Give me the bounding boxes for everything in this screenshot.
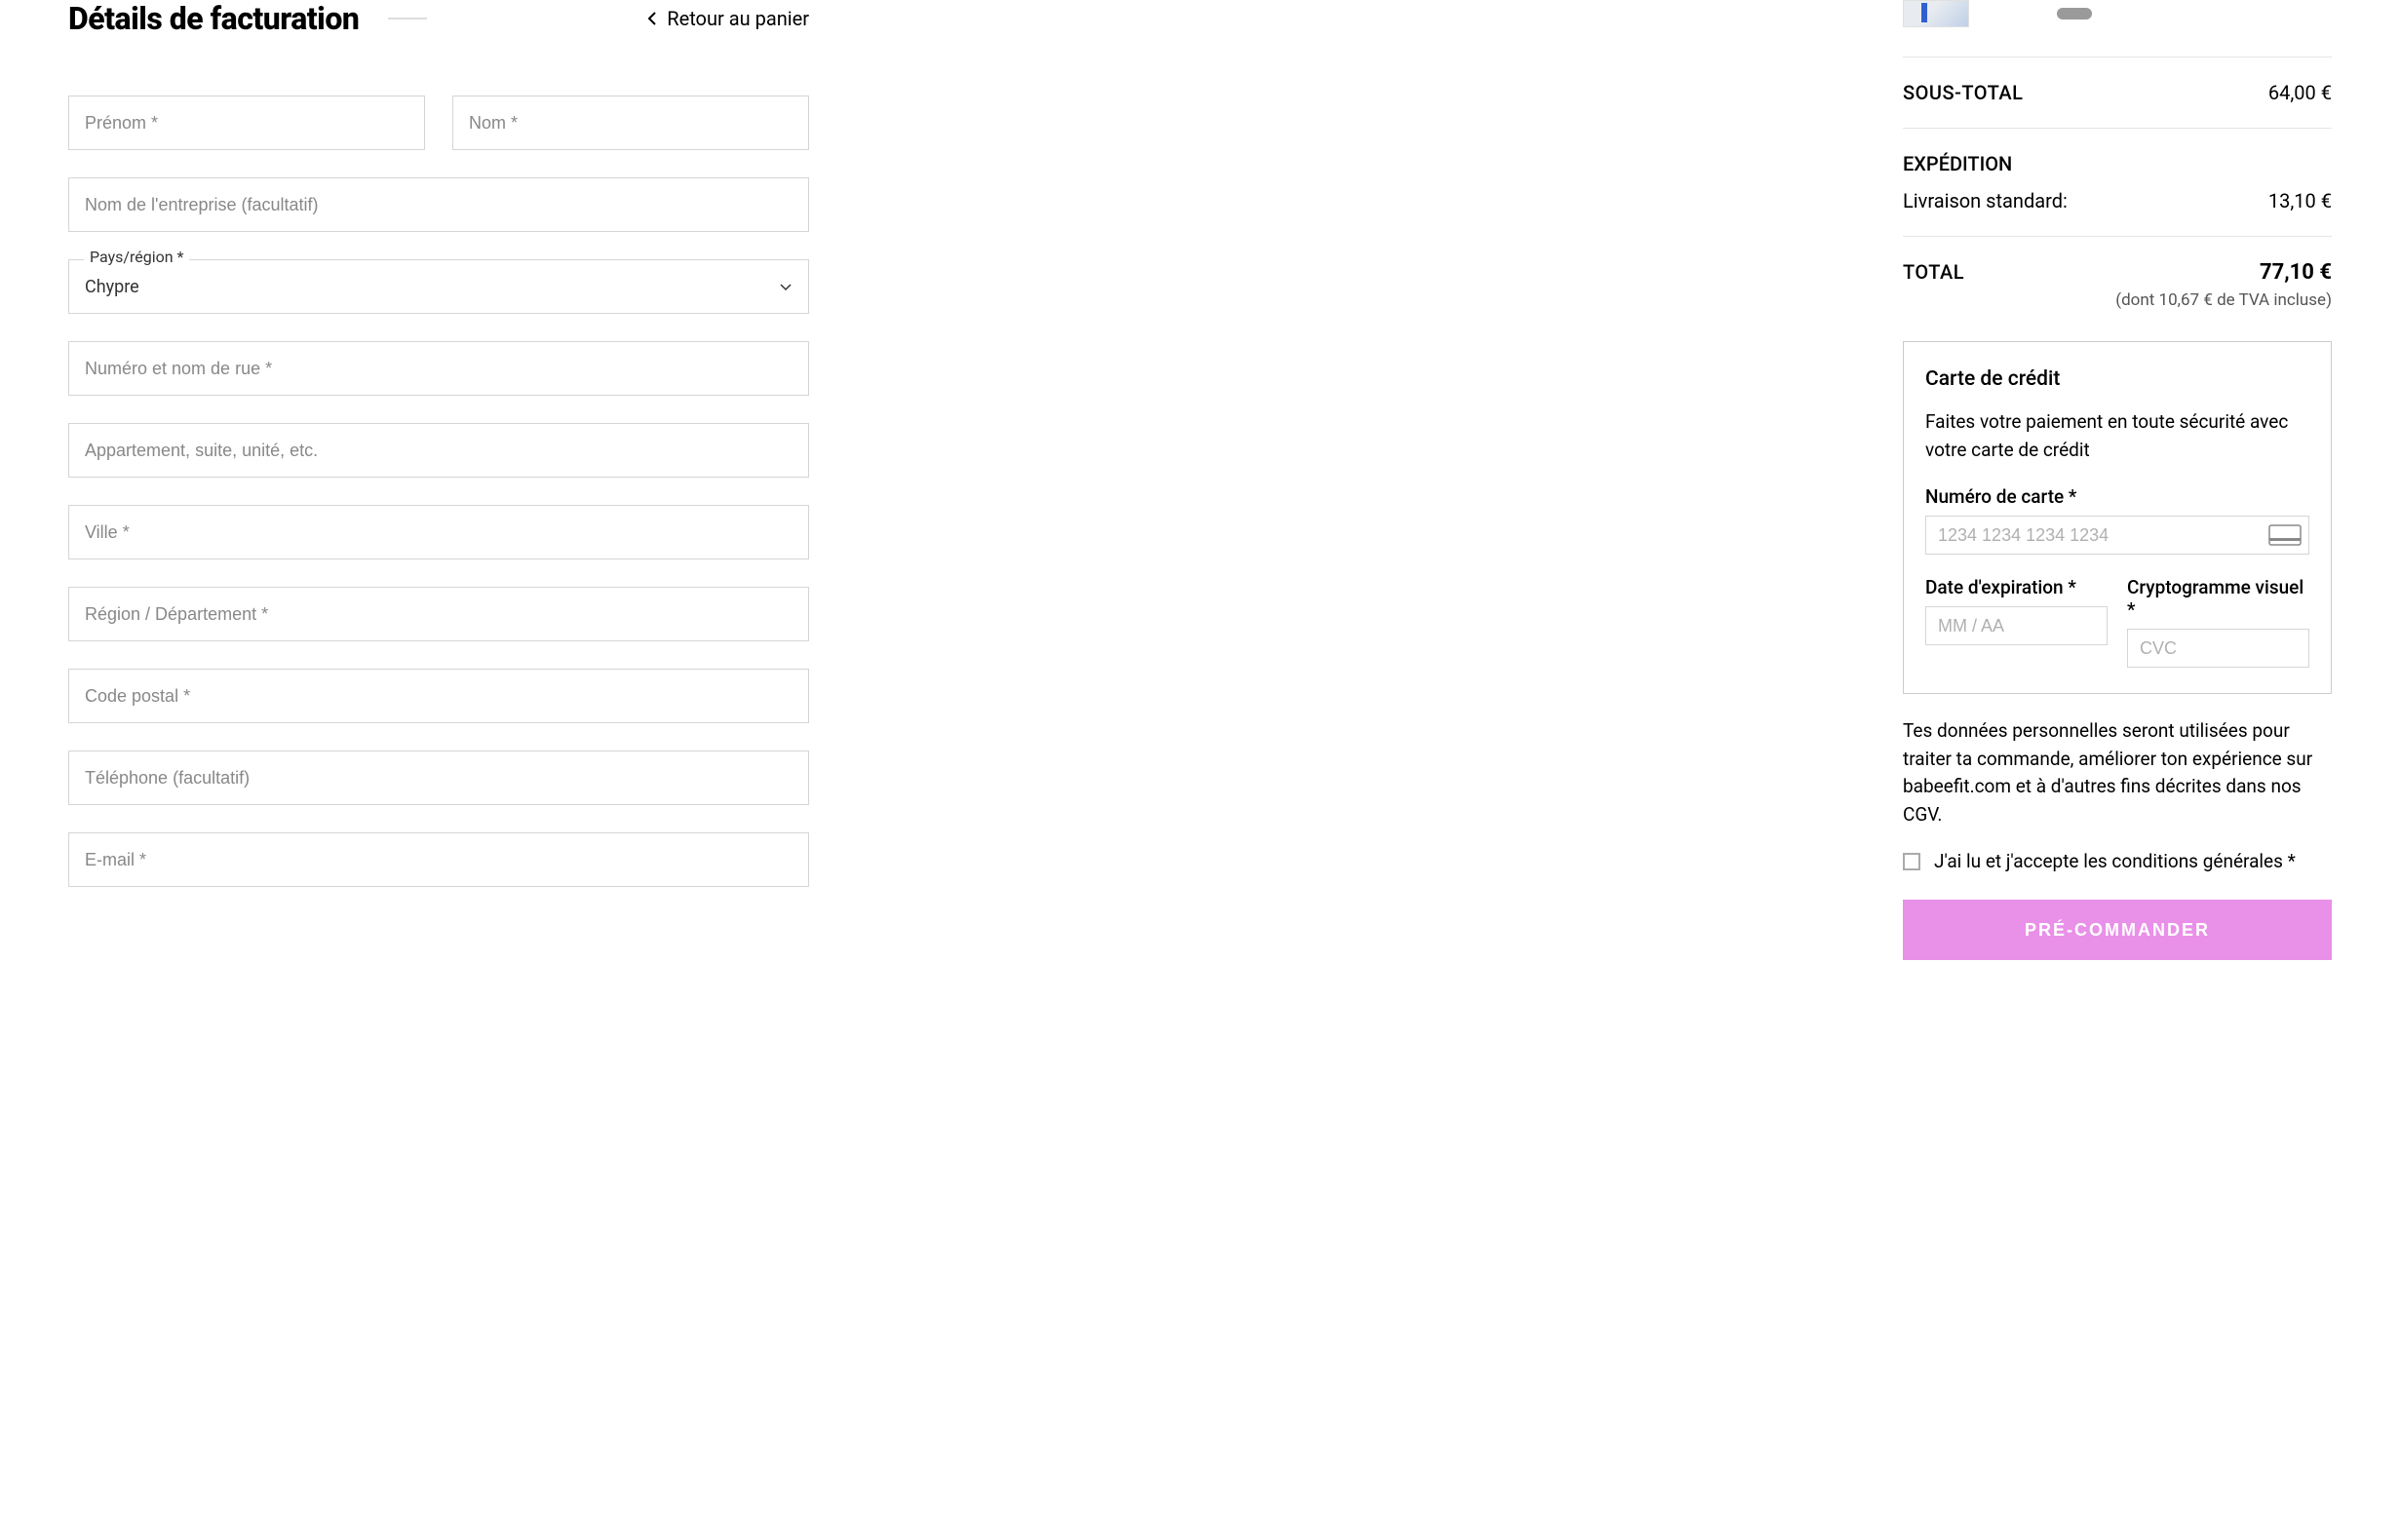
region-field[interactable] bbox=[68, 587, 809, 641]
terms-label: J'ai lu et j'accepte les conditions géné… bbox=[1934, 850, 2296, 872]
company-field[interactable] bbox=[68, 177, 809, 232]
payment-desc: Faites votre paiement en toute sécurité … bbox=[1925, 408, 2309, 464]
country-label: Pays/région * bbox=[84, 248, 189, 266]
expiry-label: Date d'expiration * bbox=[1925, 576, 2108, 598]
chevron-left-icon bbox=[647, 11, 657, 26]
shipping-method: Livraison standard: bbox=[1903, 189, 2068, 212]
submit-order-button[interactable]: PRÉ-COMMANDER bbox=[1903, 900, 2332, 960]
card-number-label: Numéro de carte * bbox=[1925, 485, 2309, 508]
back-to-cart-link[interactable]: Retour au panier bbox=[647, 7, 809, 30]
card-number-field[interactable] bbox=[1925, 516, 2309, 555]
credit-card-icon bbox=[2268, 524, 2302, 546]
cvc-label: Cryptogramme visuel * bbox=[2127, 576, 2309, 621]
product-thumbnail bbox=[1903, 0, 1969, 27]
subtotal-value: 64,00 € bbox=[2268, 81, 2332, 104]
shipping-label: EXPÉDITION bbox=[1903, 152, 2332, 175]
expiry-field[interactable] bbox=[1925, 606, 2108, 645]
email-field[interactable] bbox=[68, 832, 809, 887]
apartment-field[interactable] bbox=[68, 423, 809, 478]
tax-note: (dont 10,67 € de TVA incluse) bbox=[2115, 290, 2332, 310]
total-value: 77,10 € bbox=[2115, 260, 2332, 285]
postcode-field[interactable] bbox=[68, 669, 809, 723]
city-field[interactable] bbox=[68, 505, 809, 559]
shipping-value: 13,10 € bbox=[2268, 189, 2332, 212]
phone-field[interactable] bbox=[68, 751, 809, 805]
cvc-field[interactable] bbox=[2127, 629, 2309, 668]
first-name-field[interactable] bbox=[68, 96, 425, 150]
total-label: TOTAL bbox=[1903, 260, 1964, 284]
title-divider bbox=[388, 18, 427, 19]
street-field[interactable] bbox=[68, 341, 809, 396]
subtotal-label: SOUS-TOTAL bbox=[1903, 81, 2023, 104]
country-value: Chypre bbox=[85, 277, 139, 297]
privacy-notice: Tes données personnelles seront utilisée… bbox=[1903, 717, 2332, 828]
payment-box: Carte de crédit Faites votre paiement en… bbox=[1903, 341, 2332, 694]
qty-badge bbox=[2057, 8, 2092, 19]
back-link-label: Retour au panier bbox=[667, 7, 809, 30]
page-title: Détails de facturation bbox=[68, 0, 359, 37]
terms-checkbox[interactable] bbox=[1903, 853, 1920, 870]
last-name-field[interactable] bbox=[452, 96, 809, 150]
chevron-down-icon bbox=[779, 280, 793, 293]
payment-method-title: Carte de crédit bbox=[1925, 367, 2309, 391]
country-select[interactable]: Chypre bbox=[68, 259, 809, 314]
